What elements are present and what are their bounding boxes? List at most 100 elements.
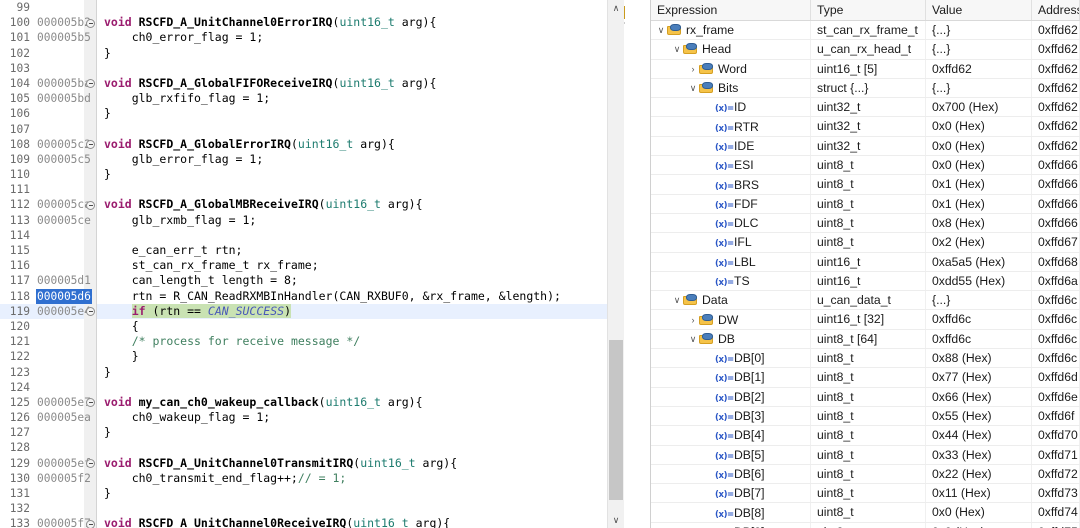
address-cell[interactable]: 0xffd74 (1032, 503, 1080, 522)
type-cell[interactable]: uint8_t (811, 387, 926, 406)
instruction-address[interactable]: 000005d6 (36, 288, 92, 304)
type-cell[interactable]: uint8_t (811, 156, 926, 175)
code-line[interactable]: 129 000005ef void RSCFD_A_UnitChannel0Tran… (0, 455, 612, 471)
expression-row[interactable]: (x)= LBL uint16_t 0xa5a5 (Hex) 0xffd68 (651, 252, 1080, 272)
address-cell[interactable]: 0xffd73 (1032, 484, 1080, 503)
code-line[interactable]: 130 000005f2 ch0_transmit_end_flag++;// =… (0, 470, 612, 486)
type-cell[interactable]: uint8_t (811, 503, 926, 522)
code-line[interactable]: 100 000005b2 void RSCFD_A_UnitChannel0Erro… (0, 15, 612, 31)
type-cell[interactable]: uint8_t (811, 233, 926, 252)
expression-cell[interactable]: (x)= BRS (651, 175, 811, 194)
code-line[interactable]: 123} (0, 364, 612, 380)
instruction-address[interactable]: 000005ea (36, 410, 92, 425)
address-cell[interactable]: 0xffd68 (1032, 252, 1080, 271)
address-cell[interactable]: 0xffd62 (1032, 117, 1080, 136)
expressions-panel[interactable]: Expression Type Value Address ∨ rx_frame st_c… (650, 0, 1080, 528)
code-line[interactable]: 127} (0, 425, 612, 441)
expression-row[interactable]: ∨ Data u_can_data_t {...} 0xffd6c (651, 291, 1080, 311)
address-cell[interactable]: 0xffd62 (1032, 78, 1080, 98)
expression-row[interactable]: (x)= DLC uint8_t 0x8 (Hex) 0xffd66 (651, 213, 1080, 234)
column-header-address[interactable]: Address (1032, 0, 1080, 20)
type-cell[interactable]: uint32_t (811, 98, 926, 117)
value-cell[interactable]: 0x55 (Hex) (926, 406, 1032, 426)
expression-row[interactable]: ∨ DB uint8_t [64] 0xffd6c 0xffd6c (651, 329, 1080, 350)
expression-cell[interactable]: (x)= DB[3] (651, 406, 811, 426)
address-cell[interactable]: 0xffd72 (1032, 464, 1080, 484)
instruction-address[interactable]: 000005c5 (36, 152, 92, 167)
expression-cell[interactable]: (x)= ESI (651, 156, 811, 175)
value-cell[interactable]: 0x2 (Hex) (926, 233, 1032, 252)
address-cell[interactable]: 0xffd62 (1032, 21, 1080, 40)
instruction-address[interactable]: 000005e4 (36, 304, 92, 319)
value-cell[interactable]: 0xffd6c (926, 310, 1032, 329)
code-line[interactable]: 132 (0, 501, 612, 517)
column-header-value[interactable]: Value (926, 0, 1032, 20)
address-cell[interactable]: 0xffd66 (1032, 156, 1080, 175)
chevron-down-icon[interactable]: ∨ (655, 21, 667, 39)
code-line[interactable]: 121 /* process for receive message */ (0, 334, 612, 350)
expression-row[interactable]: (x)= DB[6] uint8_t 0x22 (Hex) 0xffd72 (651, 464, 1080, 485)
value-cell[interactable]: 0x0 (Hex) (926, 156, 1032, 175)
value-cell[interactable]: 0x44 (Hex) (926, 426, 1032, 445)
expression-row[interactable]: ∨ Head u_can_rx_head_t {...} 0xffd62 (651, 40, 1080, 60)
code-line[interactable]: 115 e_can_err_t rtn; (0, 243, 612, 259)
code-line[interactable]: 110} (0, 167, 612, 183)
type-cell[interactable]: u_can_rx_head_t (811, 40, 926, 59)
address-cell[interactable]: 0xffd62 (1032, 98, 1080, 117)
chevron-right-icon[interactable]: › (687, 311, 699, 329)
fold-collapse-icon[interactable] (86, 200, 95, 210)
expression-cell[interactable]: (x)= RTR (651, 117, 811, 136)
expression-row[interactable]: (x)= TS uint16_t 0xdd55 (Hex) 0xffd6a (651, 271, 1080, 292)
type-cell[interactable]: uint16_t (811, 271, 926, 291)
expression-row[interactable]: (x)= DB[5] uint8_t 0x33 (Hex) 0xffd71 (651, 445, 1080, 465)
value-cell[interactable]: 0xffd6c (926, 329, 1032, 349)
expression-row[interactable]: (x)= DB[3] uint8_t 0x55 (Hex) 0xffd6f (651, 406, 1080, 427)
address-cell[interactable]: 0xffd6c (1032, 349, 1080, 368)
scroll-down-arrow-icon[interactable]: ∨ (608, 512, 624, 528)
expression-row[interactable]: ∨ Bits struct {...} {...} 0xffd62 (651, 78, 1080, 99)
expression-cell[interactable]: (x)= DB[6] (651, 464, 811, 484)
value-cell[interactable]: {...} (926, 291, 1032, 310)
code-line[interactable]: 105 000005bd glb_rxfifo_flag = 1; (0, 91, 612, 107)
instruction-address[interactable]: 000005e7 (36, 395, 92, 410)
type-cell[interactable]: uint8_t (811, 484, 926, 503)
column-header-expression[interactable]: Expression (651, 0, 811, 20)
value-cell[interactable]: 0x1 (Hex) (926, 175, 1032, 194)
fold-collapse-icon[interactable] (86, 519, 95, 528)
code-line[interactable]: 125 000005e7 void my_can_ch0_wakeup_callba… (0, 394, 612, 411)
expression-row[interactable]: (x)= DB[7] uint8_t 0x11 (Hex) 0xffd73 (651, 484, 1080, 504)
code-line[interactable]: 99 (0, 0, 612, 16)
value-cell[interactable]: 0xdd55 (Hex) (926, 271, 1032, 291)
value-cell[interactable]: 0x0 (Hex) (926, 522, 1032, 528)
fold-collapse-icon[interactable] (86, 459, 95, 469)
expression-row[interactable]: (x)= BRS uint8_t 0x1 (Hex) 0xffd66 (651, 175, 1080, 195)
expression-cell[interactable]: (x)= DLC (651, 213, 811, 233)
expression-cell[interactable]: (x)= DB[7] (651, 484, 811, 503)
code-line[interactable]: 122 } (0, 349, 612, 365)
code-line[interactable]: 117 000005d1 can_length_t length = 8; (0, 273, 612, 289)
address-cell[interactable]: 0xffd71 (1032, 445, 1080, 464)
chevron-right-icon[interactable]: › (687, 60, 699, 78)
type-cell[interactable]: st_can_rx_frame_t (811, 21, 926, 40)
type-cell[interactable]: uint8_t [64] (811, 329, 926, 349)
instruction-address[interactable]: 000005ef (36, 456, 92, 471)
address-cell[interactable]: 0xffd6c (1032, 291, 1080, 310)
expression-row[interactable]: (x)= ID uint32_t 0x700 (Hex) 0xffd62 (651, 98, 1080, 118)
expression-row[interactable]: (x)= DB[2] uint8_t 0x66 (Hex) 0xffd6e (651, 387, 1080, 407)
instruction-address[interactable]: 000005ba (36, 76, 92, 91)
expression-row[interactable]: (x)= DB[8] uint8_t 0x0 (Hex) 0xffd74 (651, 503, 1080, 523)
expression-cell[interactable]: › DW (651, 310, 811, 329)
type-cell[interactable]: uint8_t (811, 194, 926, 213)
expression-cell[interactable]: ∨ DB (651, 329, 811, 349)
code-line[interactable]: 131} (0, 486, 612, 502)
code-line[interactable]: 124 (0, 379, 612, 395)
chevron-down-icon[interactable]: ∨ (671, 291, 683, 309)
expression-cell[interactable]: ∨ Head (651, 40, 811, 59)
value-cell[interactable]: 0x1 (Hex) (926, 194, 1032, 213)
expression-row[interactable]: (x)= IFL uint8_t 0x2 (Hex) 0xffd67 (651, 233, 1080, 253)
address-cell[interactable]: 0xffd66 (1032, 213, 1080, 233)
value-cell[interactable]: 0x0 (Hex) (926, 117, 1032, 136)
instruction-address[interactable]: 000005ce (36, 213, 92, 228)
type-cell[interactable]: uint32_t (811, 117, 926, 136)
expression-cell[interactable]: (x)= FDF (651, 194, 811, 213)
